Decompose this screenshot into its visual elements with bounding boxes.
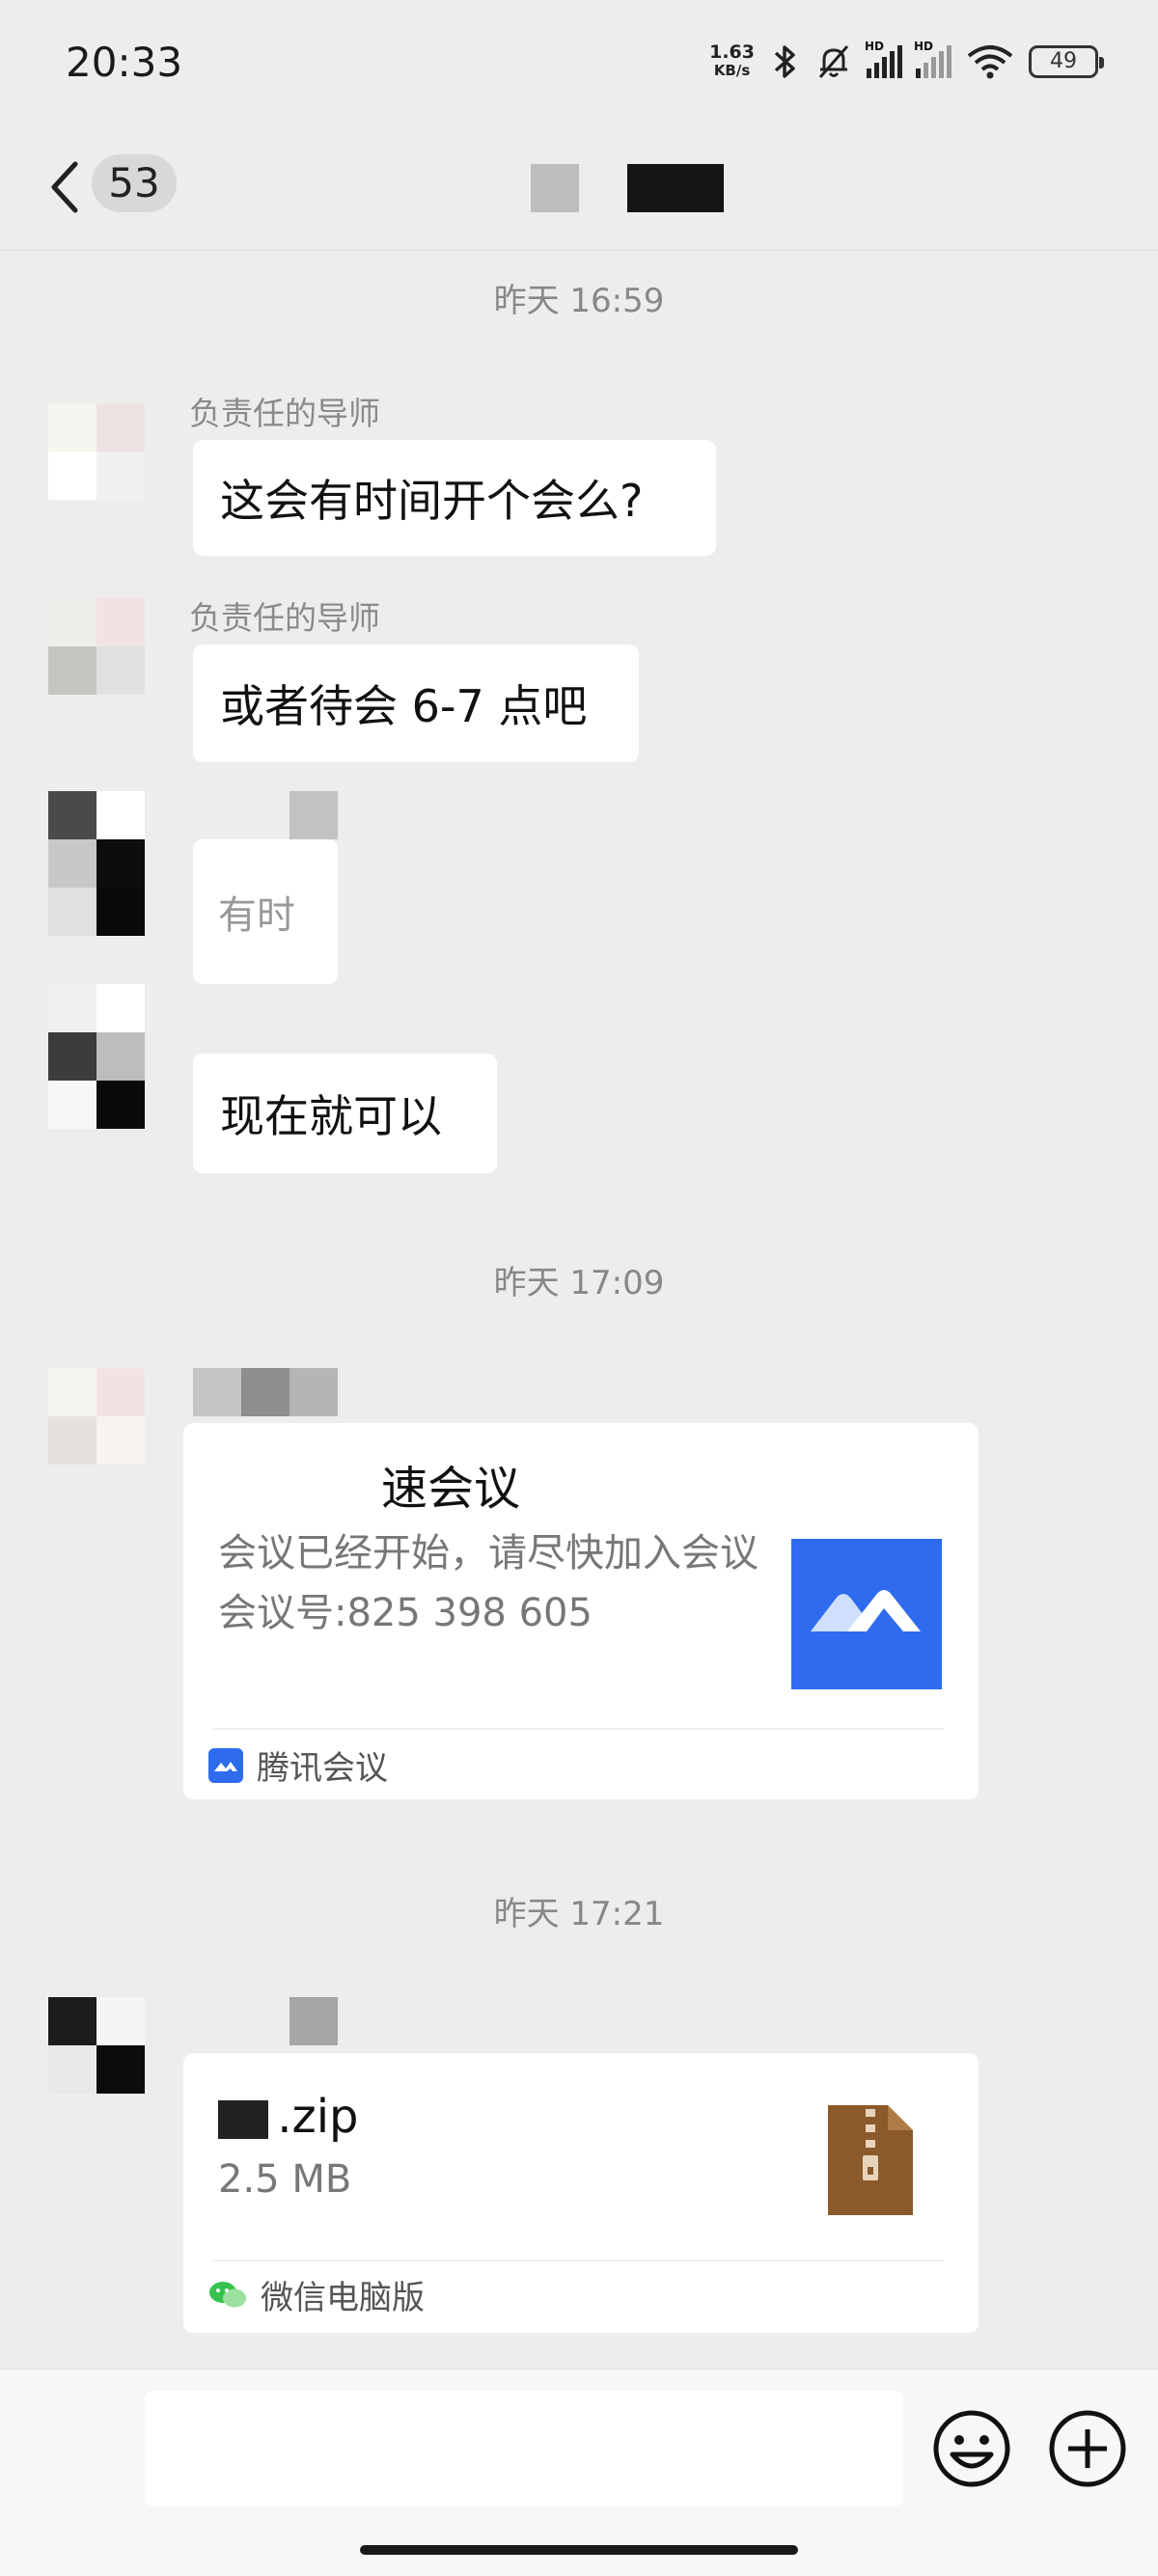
battery-indicator: 49 xyxy=(1029,45,1104,78)
file-size: 2.5 MB xyxy=(218,2157,352,2202)
card-title: 速会议 xyxy=(381,1462,521,1516)
avatar[interactable] xyxy=(48,598,145,695)
file-name: .zip xyxy=(218,2090,359,2144)
sender-name: 负责任的导师 xyxy=(189,599,380,637)
card-divider xyxy=(212,2260,944,2261)
timestamp: 昨天 16:59 xyxy=(493,282,665,320)
timestamp: 昨天 17:21 xyxy=(493,1895,665,1933)
unread-count-badge[interactable]: 53 xyxy=(92,154,177,212)
card-source: 腾讯会议 xyxy=(208,1741,388,1789)
status-time: 20:33 xyxy=(66,39,183,86)
chat-title-redacted-1 xyxy=(531,164,579,212)
sender-name-redacted xyxy=(193,1368,338,1416)
tencent-meeting-logo-icon xyxy=(791,1539,942,1689)
message-input-bar xyxy=(0,2369,1158,2576)
sender-name-redacted xyxy=(290,1997,338,2045)
network-speed: 1.63 KB/s xyxy=(709,43,755,80)
avatar[interactable] xyxy=(48,1997,145,2094)
file-name-redacted xyxy=(218,2100,268,2139)
file-card[interactable]: .zip 2.5 MB 微信电脑版 xyxy=(183,2053,979,2333)
cellular-signal-2: HD xyxy=(914,40,951,78)
card-description-text: 会议已经开始，请尽快加入会议 xyxy=(218,1531,758,1576)
card-source: 微信电脑版 xyxy=(208,2271,425,2318)
avatar[interactable] xyxy=(48,1368,145,1465)
signal2-hd-label: HD xyxy=(914,40,934,53)
card-source-label: 腾讯会议 xyxy=(257,1749,388,1788)
cellular-signal-1: HD xyxy=(865,40,902,78)
avatar[interactable] xyxy=(48,984,145,1129)
wechat-icon xyxy=(209,2281,246,2307)
network-speed-value: 1.63 xyxy=(709,41,755,63)
network-speed-unit: KB/s xyxy=(713,62,751,79)
card-description: 会议已经开始，请尽快加入会议 会议号:825 398 605 xyxy=(218,1523,758,1643)
emoji-icon[interactable] xyxy=(931,2408,1012,2489)
message-bubble[interactable]: 或者待会 6-7 点吧 xyxy=(193,644,639,762)
sender-name: 负责任的导师 xyxy=(189,395,380,432)
zip-file-icon xyxy=(828,2105,913,2215)
card-divider xyxy=(212,1728,944,1730)
chat-header: 53 xyxy=(0,125,1158,251)
wifi-icon xyxy=(967,45,1013,79)
timestamp: 昨天 17:09 xyxy=(493,1264,665,1302)
status-bar: 20:33 1.63 KB/s HD HD 49 xyxy=(0,0,1158,125)
plus-icon[interactable] xyxy=(1047,2408,1128,2489)
message-bubble[interactable]: 现在就可以 xyxy=(193,1054,497,1173)
tencent-meeting-small-icon xyxy=(208,1747,243,1783)
avatar[interactable] xyxy=(48,403,145,500)
signal1-hd-label: HD xyxy=(865,40,885,53)
avatar[interactable] xyxy=(48,791,145,936)
chat-title-redacted-2 xyxy=(627,164,724,212)
message-bubble[interactable]: 这会有时间开个会么? xyxy=(193,440,716,556)
meeting-number: 会议号:825 398 605 xyxy=(218,1591,593,1635)
mute-bell-icon xyxy=(818,45,849,78)
card-source-label: 微信电脑版 xyxy=(261,2279,425,2317)
sender-name-redacted xyxy=(290,791,338,839)
message-input[interactable] xyxy=(145,2391,903,2507)
back-arrow-icon[interactable] xyxy=(46,158,85,216)
home-indicator[interactable] xyxy=(360,2545,798,2555)
message-bubble[interactable]: 有时 xyxy=(193,839,338,984)
meeting-card[interactable]: 速会议 会议已经开始，请尽快加入会议 会议号:825 398 605 腾讯会议 xyxy=(183,1423,979,1799)
bluetooth-icon xyxy=(774,45,795,78)
file-name-text: .zip xyxy=(277,2090,359,2144)
